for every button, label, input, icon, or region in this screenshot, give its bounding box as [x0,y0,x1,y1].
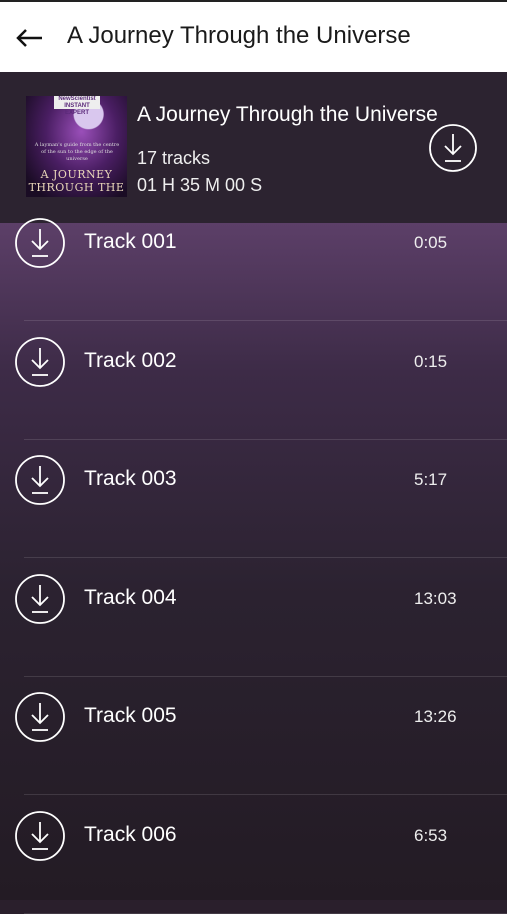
cover-title-line2: THROUGH THE [28,181,125,194]
track-row[interactable]: Track 005 13:26 [0,677,507,795]
track-title: Track 003 [84,467,177,490]
track-duration: 0:15 [414,351,448,371]
track-title: Track 001 [84,230,177,253]
track-row[interactable]: Track 003 5:17 [0,440,507,558]
track-title: Track 004 [84,585,177,609]
back-arrow-icon[interactable] [14,24,46,52]
album-cover: NewScientist INSTANT EXPERT A layman's g… [26,96,127,197]
track-title: Track 002 [84,348,177,372]
cover-blurb: A layman's guide from the centre of the … [34,142,120,162]
page-title: A Journey Through the Universe [67,22,411,49]
track-row[interactable]: Track 001 0:05 [0,203,507,321]
top-bar: A Journey Through the Universe [0,0,507,72]
download-icon[interactable] [14,573,66,625]
track-row[interactable]: Track 004 13:03 [0,559,507,677]
track-title: Track 006 [84,822,177,846]
row-divider [24,912,507,914]
track-duration: 5:17 [414,470,448,489]
cover-brand: NewScientist INSTANT EXPERT [54,96,100,116]
track-duration: 13:26 [414,707,457,726]
track-row[interactable]: Track 006 6:53 [0,796,507,914]
album-track-count: 17 tracks [137,148,211,168]
track-title: Track 005 [84,704,177,727]
track-row[interactable]: Track 002 0:15 [0,322,507,440]
album-duration: 01 H 35 M 00 S [137,175,263,195]
cover-title: A JOURNEY THROUGH THE [26,168,127,194]
track-duration: 6:53 [414,825,448,845]
download-icon [429,124,477,172]
download-icon[interactable] [14,454,66,506]
cover-title-line1: A JOURNEY [40,168,113,181]
download-all-button[interactable] [428,123,478,173]
track-duration: 13:03 [414,588,457,608]
download-icon[interactable] [14,810,66,862]
album-title: A Journey Through the Universe [137,103,438,126]
download-icon[interactable] [14,217,66,269]
download-icon[interactable] [14,336,66,388]
track-duration: 0:05 [414,233,448,252]
download-icon[interactable] [14,691,66,743]
